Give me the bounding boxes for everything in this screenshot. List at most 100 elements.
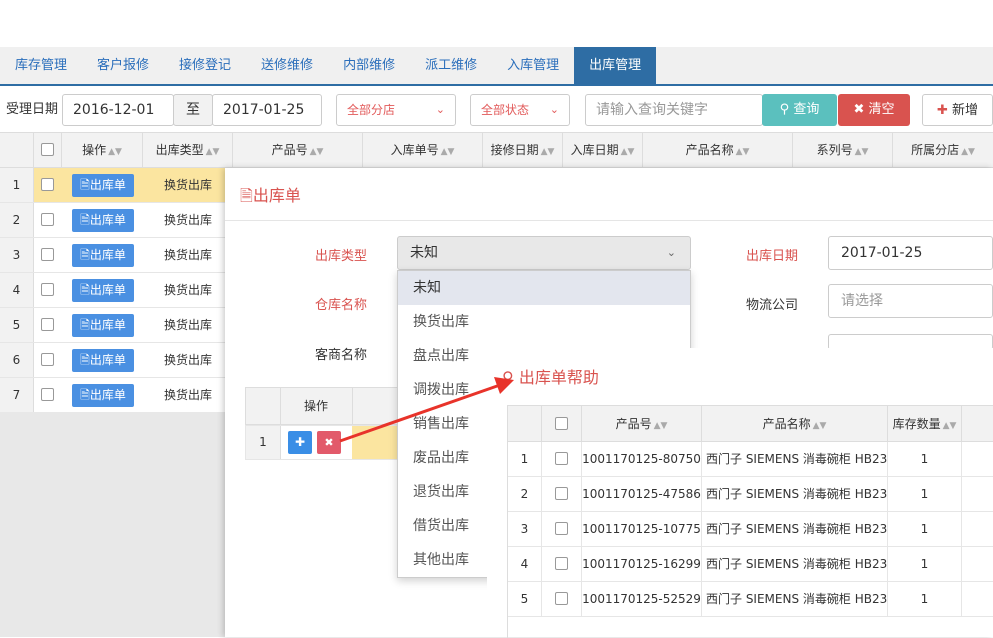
help-row-checkbox[interactable] xyxy=(555,522,568,535)
tab-dispatch-repair[interactable]: 派工维修 xyxy=(410,47,492,84)
help-stock-qty: 1 xyxy=(888,477,962,511)
help-product-code: 1001170125-16299 xyxy=(582,547,702,581)
logistics-input[interactable]: 请选择 xyxy=(828,284,993,318)
help-product-name: 西门子 SIEMENS 消毒碗柜 HB23 xyxy=(702,547,888,581)
row-checkbox[interactable] xyxy=(41,353,54,366)
add-row-button[interactable]: ✚ xyxy=(288,431,312,454)
tab-stock-out[interactable]: 出库管理 xyxy=(574,47,657,84)
stock-out-form-button[interactable]: 🗎出库单 xyxy=(72,384,134,407)
chevron-down-icon: ⌄ xyxy=(666,246,676,259)
header-repair-date[interactable]: 接修日期 ▲▼ xyxy=(483,133,563,167)
help-table-row[interactable]: 4 1001170125-16299 西门子 SIEMENS 消毒碗柜 HB23 1 xyxy=(508,547,993,582)
help-header-product-code[interactable]: 产品号 ▲▼ xyxy=(582,406,702,442)
out-type-cell: 换货出库 xyxy=(163,248,212,262)
help-row-checkbox[interactable] xyxy=(555,452,568,465)
chevron-down-icon: ⌄ xyxy=(435,103,445,116)
dropdown-option[interactable]: 换货出库 xyxy=(398,305,690,339)
select-all-checkbox[interactable] xyxy=(41,143,54,156)
help-table-row[interactable]: 1 1001170125-80750 西门子 SIEMENS 消毒碗柜 HB23 1 xyxy=(508,442,993,477)
header-stock-in-no[interactable]: 入库单号 ▲▼ xyxy=(363,133,483,167)
header-action[interactable]: 操作 ▲▼ xyxy=(62,133,143,167)
dropdown-option[interactable]: 未知 xyxy=(398,271,690,305)
help-checkbox-cell[interactable] xyxy=(542,477,582,511)
help-product-code: 1001170125-80750 xyxy=(582,442,702,476)
header-checkbox[interactable] xyxy=(34,133,62,167)
sort-icon: ▲▼ xyxy=(309,147,324,157)
grid-empty-area xyxy=(0,412,225,637)
help-row-number: 1 xyxy=(508,442,542,476)
tab-inventory[interactable]: 库存管理 xyxy=(0,47,82,84)
top-strip xyxy=(0,0,993,47)
document-icon: 🗎 xyxy=(240,186,253,205)
row-checkbox[interactable] xyxy=(41,213,54,226)
date-to-input[interactable]: 2017-01-25 xyxy=(212,94,322,126)
stock-out-form-button[interactable]: 🗎出库单 xyxy=(72,244,134,267)
header-product-name[interactable]: 产品名称 ▲▼ xyxy=(643,133,793,167)
document-icon: 🗎 xyxy=(80,318,90,332)
help-checkbox-cell[interactable] xyxy=(542,547,582,581)
out-type-cell: 换货出库 xyxy=(163,213,212,227)
help-header-product-name[interactable]: 产品名称 ▲▼ xyxy=(702,406,888,442)
help-table-row[interactable]: 5 1001170125-52529 西门子 SIEMENS 消毒碗柜 HB23 1 xyxy=(508,582,993,617)
row-checkbox[interactable] xyxy=(41,248,54,261)
branch-select[interactable]: 全部分店 ⌄ xyxy=(336,94,456,126)
row-checkbox[interactable] xyxy=(41,178,54,191)
row-number: 7 xyxy=(0,378,34,412)
help-extra-cell xyxy=(962,547,993,581)
document-icon: 🗎 xyxy=(80,213,90,227)
header-stock-in-date[interactable]: 入库日期 ▲▼ xyxy=(563,133,643,167)
help-table-row[interactable]: 2 1001170125-47586 西门子 SIEMENS 消毒碗柜 HB23 1 xyxy=(508,477,993,512)
header-out-type[interactable]: 出库类型 ▲▼ xyxy=(143,133,233,167)
tab-stock-in[interactable]: 入库管理 xyxy=(492,47,574,84)
out-type-select[interactable]: 未知 ⌄ xyxy=(397,236,691,270)
query-button[interactable]: ⚲ 查询 xyxy=(762,94,837,126)
stock-out-form-button[interactable]: 🗎出库单 xyxy=(72,174,134,197)
help-checkbox-cell[interactable] xyxy=(542,442,582,476)
stock-out-form-button[interactable]: 🗎出库单 xyxy=(72,349,134,372)
row-number: 5 xyxy=(0,308,34,342)
help-select-all-checkbox[interactable] xyxy=(555,417,568,430)
stock-out-form-button[interactable]: 🗎出库单 xyxy=(72,279,134,302)
tab-repair-register[interactable]: 接修登记 xyxy=(164,47,246,84)
help-product-code: 1001170125-52529 xyxy=(582,582,702,616)
help-row-checkbox[interactable] xyxy=(555,487,568,500)
stock-out-form-button[interactable]: 🗎出库单 xyxy=(72,209,134,232)
stock-out-form-button[interactable]: 🗎出库单 xyxy=(72,314,134,337)
help-table-row[interactable]: 3 1001170125-10775 西门子 SIEMENS 消毒碗柜 HB23 1 xyxy=(508,512,993,547)
row-checkbox[interactable] xyxy=(41,388,54,401)
row-checkbox[interactable] xyxy=(41,318,54,331)
delete-row-button[interactable]: ✖ xyxy=(317,431,341,454)
tab-internal-repair[interactable]: 内部维修 xyxy=(328,47,410,84)
header-product-code[interactable]: 产品号 ▲▼ xyxy=(233,133,363,167)
date-from-input[interactable]: 2016-12-01 xyxy=(62,94,174,126)
out-type-cell: 换货出库 xyxy=(163,353,212,367)
help-extra-cell xyxy=(962,582,993,616)
help-header-stock-qty[interactable]: 库存数量 ▲▼ xyxy=(888,406,962,442)
plus-icon: ✚ xyxy=(936,103,948,118)
help-header-checkbox[interactable] xyxy=(542,406,582,442)
clear-button[interactable]: ✖ 清空 xyxy=(838,94,910,126)
help-row-number: 2 xyxy=(508,477,542,511)
document-icon: 🗎 xyxy=(80,388,90,402)
header-branch[interactable]: 所属分店 ▲▼ xyxy=(893,133,993,167)
row-checkbox[interactable] xyxy=(41,283,54,296)
tab-send-repair[interactable]: 送修维修 xyxy=(246,47,328,84)
keyword-input[interactable]: 请输入查询关键字 xyxy=(585,94,763,126)
document-icon: 🗎 xyxy=(80,283,90,297)
help-product-name: 西门子 SIEMENS 消毒碗柜 HB23 xyxy=(702,582,888,616)
help-row-number: 4 xyxy=(508,547,542,581)
help-row-checkbox[interactable] xyxy=(555,557,568,570)
add-button[interactable]: ✚ 新增 xyxy=(922,94,993,126)
out-type-label: 出库类型 xyxy=(314,249,367,264)
out-date-input[interactable]: 2017-01-25 xyxy=(828,236,993,270)
header-series-no[interactable]: 系列号 ▲▼ xyxy=(793,133,893,167)
help-stock-qty: 1 xyxy=(888,442,962,476)
status-select[interactable]: 全部状态 ⌄ xyxy=(470,94,570,126)
toolbar: 受理日期 2016-12-01 至 2017-01-25 全部分店 ⌄ 全部状态 ⌄… xyxy=(0,88,993,132)
help-checkbox-cell[interactable] xyxy=(542,582,582,616)
help-checkbox-cell[interactable] xyxy=(542,512,582,546)
tab-customer-repair[interactable]: 客户报修 xyxy=(82,47,164,84)
document-icon: 🗎 xyxy=(80,353,90,367)
help-row-checkbox[interactable] xyxy=(555,592,568,605)
out-type-cell: 换货出库 xyxy=(163,318,212,332)
